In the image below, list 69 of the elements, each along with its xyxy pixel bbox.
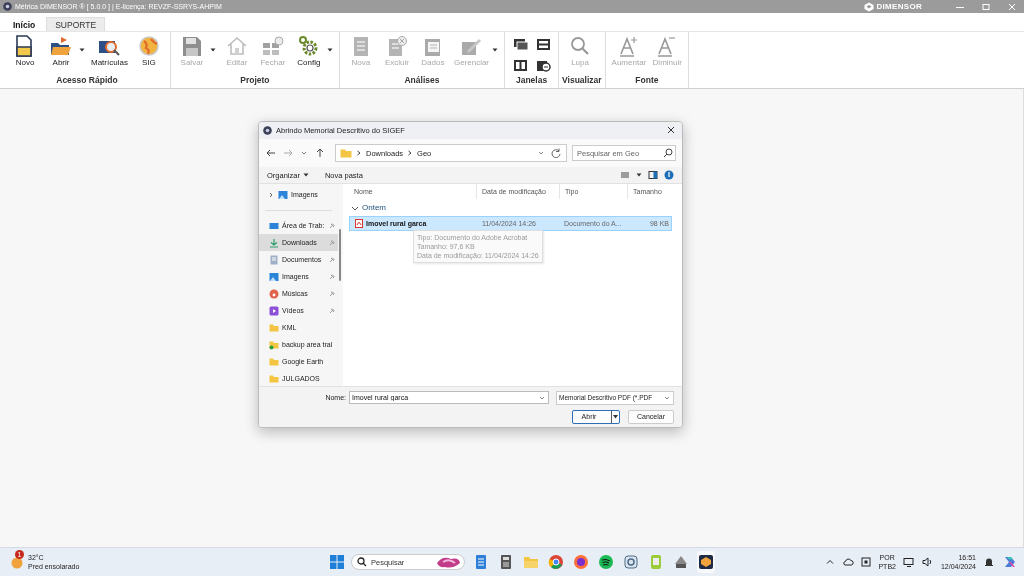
desktop-icon — [269, 220, 279, 231]
window-minus-icon — [534, 58, 552, 73]
pdf-file-icon — [355, 219, 363, 228]
group-header[interactable]: Ontem — [349, 199, 682, 216]
group-label: Fonte — [634, 75, 660, 87]
horizontal-split-icon — [534, 37, 552, 52]
app-icon[interactable] — [673, 554, 689, 570]
caret-icon — [611, 410, 618, 423]
stacked-windows-icon — [511, 37, 529, 52]
group-label: Janelas — [514, 75, 549, 87]
app-icon[interactable] — [698, 554, 714, 570]
music-icon — [269, 288, 279, 299]
ribbon-tab[interactable]: SUPORTE — [46, 17, 106, 31]
cloud-icon[interactable] — [842, 557, 855, 567]
window-grid-icon — [260, 35, 285, 57]
video-icon — [269, 305, 279, 316]
chevron-right-icon[interactable] — [267, 190, 275, 199]
download-icon — [269, 237, 279, 248]
ribbon-button[interactable]: Config — [290, 35, 336, 67]
preview-pane-icon[interactable] — [648, 170, 658, 180]
sun-icon — [10, 555, 24, 569]
app-logo-icon — [3, 2, 12, 11]
chevron-right-icon — [407, 149, 414, 157]
search-icon — [663, 148, 673, 158]
security-icon[interactable] — [861, 557, 872, 567]
browser-icon[interactable] — [573, 554, 589, 570]
search-highlight-icon — [435, 555, 461, 569]
up-arrow-icon[interactable] — [314, 148, 326, 158]
ribbon-button[interactable]: Novo — [7, 35, 43, 67]
caret-icon[interactable] — [79, 48, 85, 52]
caret-icon — [302, 173, 309, 177]
group-label: Acesso Rápido — [55, 75, 119, 87]
brand-name: DIMENSOR — [876, 2, 922, 11]
folder-icon — [269, 322, 279, 333]
group-label: Análises — [403, 75, 441, 87]
app-logo-icon — [263, 126, 272, 135]
windows-start-icon[interactable] — [330, 555, 344, 569]
ribbon-button[interactable]: Abrir — [43, 35, 88, 67]
notification-bell-icon[interactable] — [983, 556, 995, 568]
folder-icon — [340, 148, 352, 158]
ribbon-button[interactable]: Matrículas — [88, 35, 131, 67]
network-icon[interactable] — [902, 557, 915, 567]
caret-icon[interactable] — [326, 48, 333, 52]
browser-icon[interactable] — [548, 554, 564, 570]
back-arrow-icon[interactable] — [265, 148, 277, 158]
speaker-icon[interactable] — [921, 557, 934, 567]
refresh-icon[interactable] — [550, 148, 562, 158]
document-icon — [269, 254, 279, 265]
vertical-split-icon — [511, 58, 529, 73]
folder-icon — [269, 373, 279, 384]
open-folder-icon — [49, 35, 73, 57]
caret-icon[interactable] — [636, 173, 642, 177]
notepad-icon[interactable] — [473, 554, 489, 570]
scrollbar-thumb[interactable] — [338, 229, 341, 281]
music-app-icon[interactable] — [598, 554, 614, 570]
ribbon-button[interactable]: SIG — [130, 35, 167, 67]
group-label: Visualizar — [562, 75, 602, 87]
picture-icon — [278, 189, 288, 200]
picture-icon — [269, 271, 279, 282]
calculator-icon[interactable] — [498, 554, 514, 570]
folder-icon — [269, 339, 279, 350]
group-label: Projeto — [239, 75, 271, 87]
chevron-up-icon[interactable] — [825, 557, 836, 567]
globe-icon — [136, 35, 161, 57]
search-icon — [357, 557, 367, 567]
help-icon[interactable] — [664, 170, 674, 180]
folder-icon — [269, 356, 279, 367]
copilot-icon[interactable] — [1002, 554, 1018, 570]
chevron-right-icon — [356, 149, 362, 157]
